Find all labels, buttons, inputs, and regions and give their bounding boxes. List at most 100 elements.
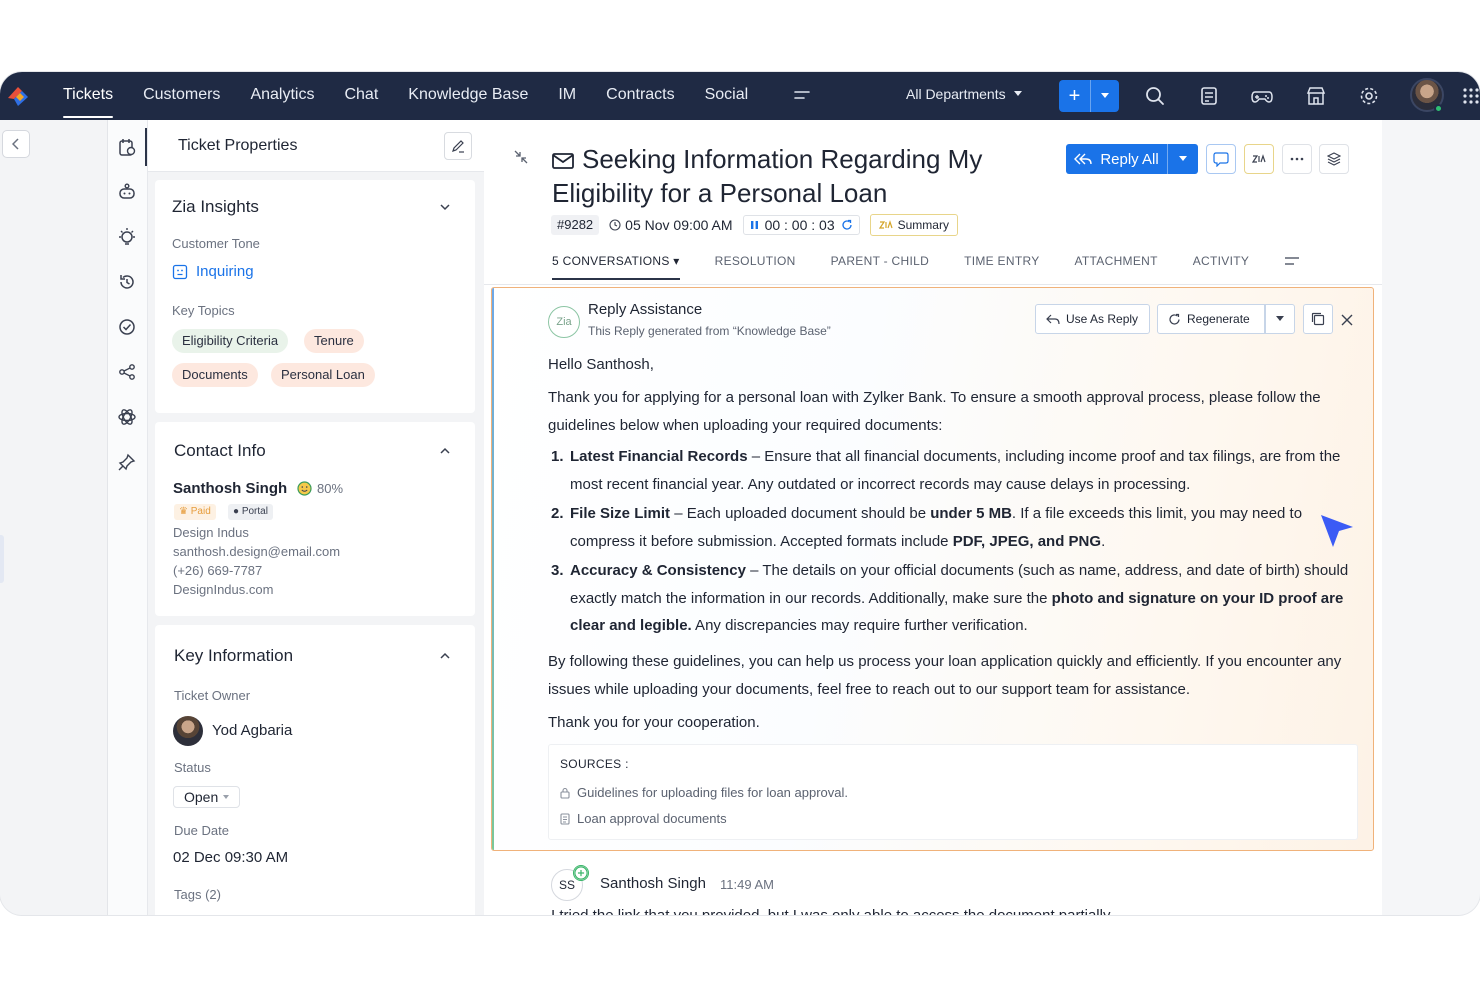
sender-name[interactable]: Santhosh Singh bbox=[600, 875, 706, 892]
nav-tab-contracts[interactable]: Contracts bbox=[606, 72, 674, 120]
reply-all-button[interactable]: Reply All bbox=[1066, 144, 1198, 174]
marketplace-icon[interactable] bbox=[1305, 85, 1327, 107]
collapse-sidebar-button[interactable] bbox=[2, 130, 30, 158]
bulb-icon[interactable] bbox=[117, 227, 137, 247]
zia-icon bbox=[878, 220, 893, 229]
tab-resolution[interactable]: RESOLUTION bbox=[715, 254, 796, 280]
created-date: 05 Nov 09:00 AM bbox=[609, 217, 733, 233]
source-item[interactable]: Guidelines for uploading files for loan … bbox=[560, 785, 848, 800]
guideline-item: 1. Latest Financial Records – Ensure tha… bbox=[548, 443, 1358, 498]
zia-insights-card: Zia Insights Customer Tone Inquiring Key… bbox=[155, 180, 475, 413]
item-text: – Each uploaded document should be bbox=[670, 505, 931, 522]
ticket-id[interactable]: #9282 bbox=[551, 215, 600, 235]
department-selector[interactable]: All Departments bbox=[906, 86, 1022, 102]
more-options-button[interactable] bbox=[1282, 144, 1312, 174]
close-icon[interactable] bbox=[1341, 314, 1353, 326]
reply-icon bbox=[1046, 314, 1060, 324]
nav-tab-social[interactable]: Social bbox=[705, 72, 749, 120]
gamepad-icon[interactable] bbox=[1251, 85, 1273, 107]
item-emphasis: under 5 MB bbox=[930, 505, 1012, 522]
nav-tab-im[interactable]: IM bbox=[558, 72, 576, 120]
contact-name[interactable]: Santhosh Singh bbox=[173, 480, 287, 497]
due-date-label: Due Date bbox=[174, 823, 229, 838]
comment-button[interactable] bbox=[1206, 144, 1236, 174]
contact-phone[interactable]: (+26) 669-7787 bbox=[173, 563, 262, 578]
pause-icon[interactable] bbox=[750, 220, 759, 230]
search-icon[interactable] bbox=[1144, 85, 1166, 107]
nav-tab-chat[interactable]: Chat bbox=[344, 72, 378, 120]
tab-activity[interactable]: ACTIVITY bbox=[1193, 254, 1249, 280]
item-heading: File Size Limit bbox=[570, 505, 671, 522]
regenerate-options-toggle[interactable] bbox=[1265, 304, 1295, 334]
topic-chip[interactable]: Personal Loan bbox=[271, 363, 375, 387]
more-tabs-icon[interactable] bbox=[794, 88, 810, 102]
contact-company[interactable]: Design Indus bbox=[173, 525, 249, 540]
ellipsis-icon bbox=[1290, 157, 1304, 161]
add-dropdown-toggle[interactable] bbox=[1091, 80, 1119, 112]
collapse-icon[interactable] bbox=[514, 150, 528, 164]
chevron-up-icon[interactable] bbox=[438, 649, 452, 663]
apps-grid-icon[interactable] bbox=[1462, 86, 1480, 106]
plus-icon[interactable]: + bbox=[1059, 80, 1091, 112]
status-dropdown[interactable]: Open bbox=[173, 786, 241, 808]
ticket-owner-name[interactable]: Yod Agbaria bbox=[212, 722, 292, 739]
tab-conversations[interactable]: 5 CONVERSATIONS ▾ bbox=[552, 254, 680, 280]
item-heading: Accuracy & Consistency bbox=[570, 562, 746, 579]
notes-icon[interactable] bbox=[1198, 85, 1220, 107]
pin-icon[interactable] bbox=[117, 452, 137, 472]
add-new-button[interactable]: + bbox=[1059, 80, 1119, 112]
source-item[interactable]: Loan approval documents bbox=[560, 811, 727, 826]
message-preview[interactable]: I tried the link that you provided, but … bbox=[551, 906, 1351, 915]
ticket-subject-text: Seeking Information Regarding My Eligibi… bbox=[552, 144, 983, 208]
chevron-up-icon[interactable] bbox=[438, 444, 452, 458]
item-number: 2. bbox=[551, 505, 564, 522]
chevron-down-icon bbox=[1013, 91, 1022, 96]
zia-button[interactable] bbox=[1244, 144, 1274, 174]
ticket-properties-panel: Ticket Properties Zia Insights Customer … bbox=[148, 120, 484, 915]
app-logo-icon[interactable] bbox=[6, 84, 30, 108]
ticket-timer[interactable]: 00 : 00 : 03 bbox=[742, 215, 860, 235]
nav-tab-customers[interactable]: Customers bbox=[143, 72, 220, 120]
gear-icon[interactable] bbox=[1358, 85, 1380, 107]
bot-icon[interactable] bbox=[117, 182, 137, 202]
document-icon bbox=[560, 812, 570, 825]
nav-tab-knowledge-base[interactable]: Knowledge Base bbox=[408, 72, 528, 120]
use-as-reply-button[interactable]: Use As Reply bbox=[1035, 304, 1150, 334]
contact-website[interactable]: DesignIndus.com bbox=[173, 582, 273, 597]
nav-tab-tickets[interactable]: Tickets bbox=[63, 72, 114, 120]
regenerate-button[interactable]: Regenerate bbox=[1157, 304, 1265, 334]
edit-properties-button[interactable] bbox=[444, 132, 472, 160]
message-time: 11:49 AM bbox=[720, 877, 774, 892]
ticket-properties-icon[interactable] bbox=[117, 137, 137, 157]
chevron-down-icon[interactable] bbox=[438, 200, 452, 214]
refresh-icon bbox=[1169, 313, 1180, 325]
copy-button[interactable] bbox=[1303, 304, 1333, 334]
topic-chip[interactable]: Documents bbox=[172, 363, 258, 387]
chevron-down-icon bbox=[1276, 316, 1284, 321]
item-number: 3. bbox=[551, 562, 564, 579]
topic-chip[interactable]: Eligibility Criteria bbox=[172, 329, 289, 353]
layers-button[interactable] bbox=[1319, 144, 1349, 174]
summary-button[interactable]: Summary bbox=[869, 214, 958, 236]
tags-label: Tags (2) bbox=[174, 887, 221, 902]
topic-chip[interactable]: Tenure bbox=[304, 329, 364, 353]
status-label: Status bbox=[174, 760, 211, 775]
properties-header: Ticket Properties bbox=[148, 120, 484, 172]
reply-all-main[interactable]: Reply All bbox=[1066, 144, 1168, 174]
atom-icon[interactable] bbox=[117, 407, 137, 427]
reply-options-toggle[interactable] bbox=[1168, 144, 1198, 174]
tab-parent-child[interactable]: PARENT - CHILD bbox=[831, 254, 929, 280]
nav-tab-analytics[interactable]: Analytics bbox=[250, 72, 314, 120]
due-date-value[interactable]: 02 Dec 09:30 AM bbox=[173, 849, 288, 866]
tab-attachment[interactable]: ATTACHMENT bbox=[1075, 254, 1158, 280]
tab-time-entry[interactable]: TIME ENTRY bbox=[964, 254, 1039, 280]
history-icon[interactable] bbox=[117, 272, 137, 292]
contact-email[interactable]: santhosh.design@email.com bbox=[173, 544, 340, 559]
owner-avatar bbox=[173, 716, 203, 746]
guidelines-list: 1. Latest Financial Records – Ensure tha… bbox=[548, 443, 1358, 642]
check-circle-icon[interactable] bbox=[117, 317, 137, 337]
share-icon[interactable] bbox=[117, 362, 137, 382]
more-tabs-icon[interactable] bbox=[1284, 255, 1300, 267]
paid-badge: ♛ Paid bbox=[174, 504, 216, 520]
refresh-icon[interactable] bbox=[841, 219, 853, 231]
